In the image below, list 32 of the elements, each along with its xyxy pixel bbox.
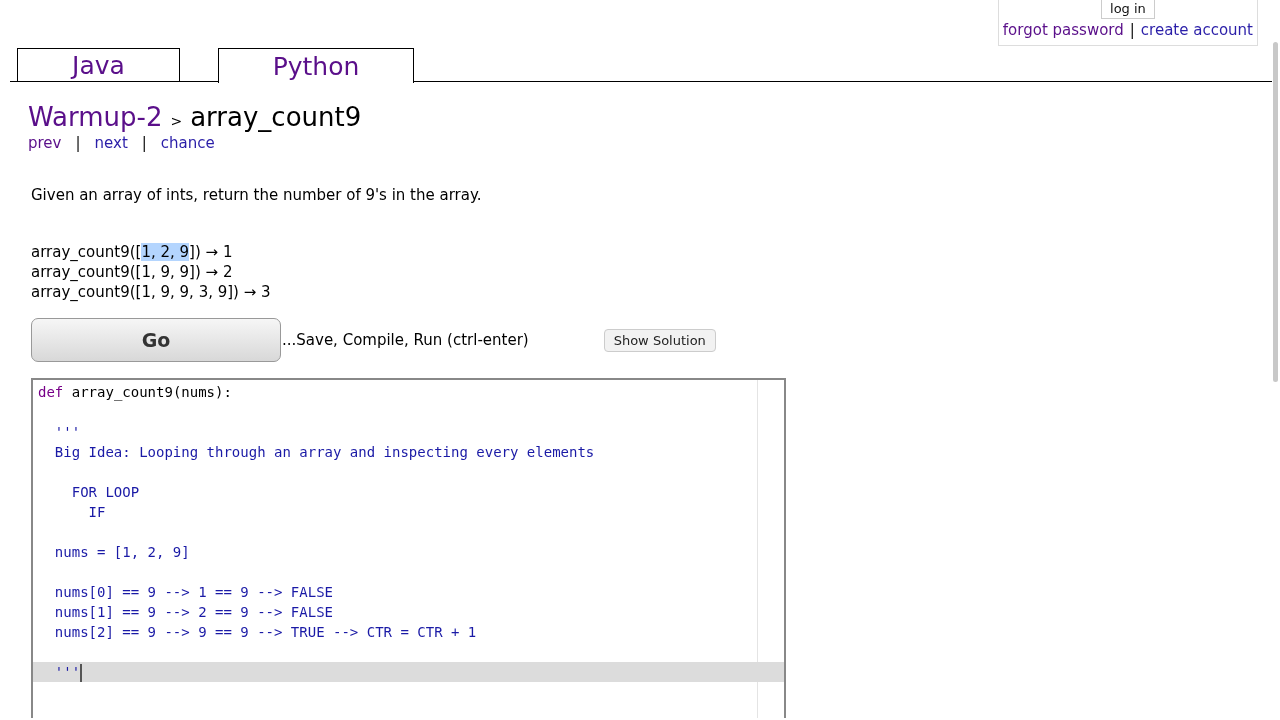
link[interactable]: prev (28, 134, 62, 152)
code-line: nums = [1, 2, 9] (53, 543, 191, 562)
code-line: IF (87, 503, 107, 522)
code-editor[interactable] (31, 378, 786, 718)
link[interactable]: chance (160, 134, 215, 152)
show-solution-button[interactable]: Show Solution (603, 328, 716, 352)
code-line: nums[2] == 9 --> 9 == 9 --> TRUE --> CTR = CTR + 1 (53, 623, 478, 642)
example-line: array_count9([1, 9, 9, 3, 9]) → 3 (31, 283, 271, 301)
language-tab[interactable]: Java (17, 48, 180, 81)
code-line: FOR LOOP (70, 483, 141, 502)
code-line: def array_count9(nums): (37, 383, 233, 402)
problem-title: array_count9 (190, 102, 362, 132)
go-button[interactable]: Go (31, 318, 281, 362)
login-button[interactable]: log in (1101, 0, 1155, 19)
link[interactable]: create account (1140, 21, 1253, 39)
separator: | (141, 134, 147, 152)
problem-description: Given an array of ints, return the number of 9's in the array. (31, 186, 483, 204)
separator: | (1129, 21, 1135, 39)
separator: | (75, 134, 81, 152)
code-line: nums[0] == 9 --> 1 == 9 --> FALSE (53, 583, 334, 602)
scrollbar-thumb[interactable] (1273, 42, 1278, 382)
code-line: Big Idea: Looping through an array and inspecting every elements (53, 443, 596, 462)
code-line: ''' (53, 423, 82, 442)
code-line: nums[1] == 9 --> 2 == 9 --> FALSE (53, 603, 334, 622)
example-line: array_count9([1, 2, 9]) → 1 (31, 243, 233, 261)
go-hint: ...Save, Compile, Run (ctrl-enter) (282, 331, 529, 349)
link[interactable]: next (94, 134, 128, 152)
language-tab[interactable]: Python (218, 48, 414, 83)
link[interactable]: forgot password (1002, 21, 1124, 39)
example-line: array_count9([1, 9, 9]) → 2 (31, 263, 233, 281)
breadcrumb-link[interactable]: Warmup-2 (28, 102, 163, 132)
breadcrumb-separator: > (170, 113, 183, 129)
